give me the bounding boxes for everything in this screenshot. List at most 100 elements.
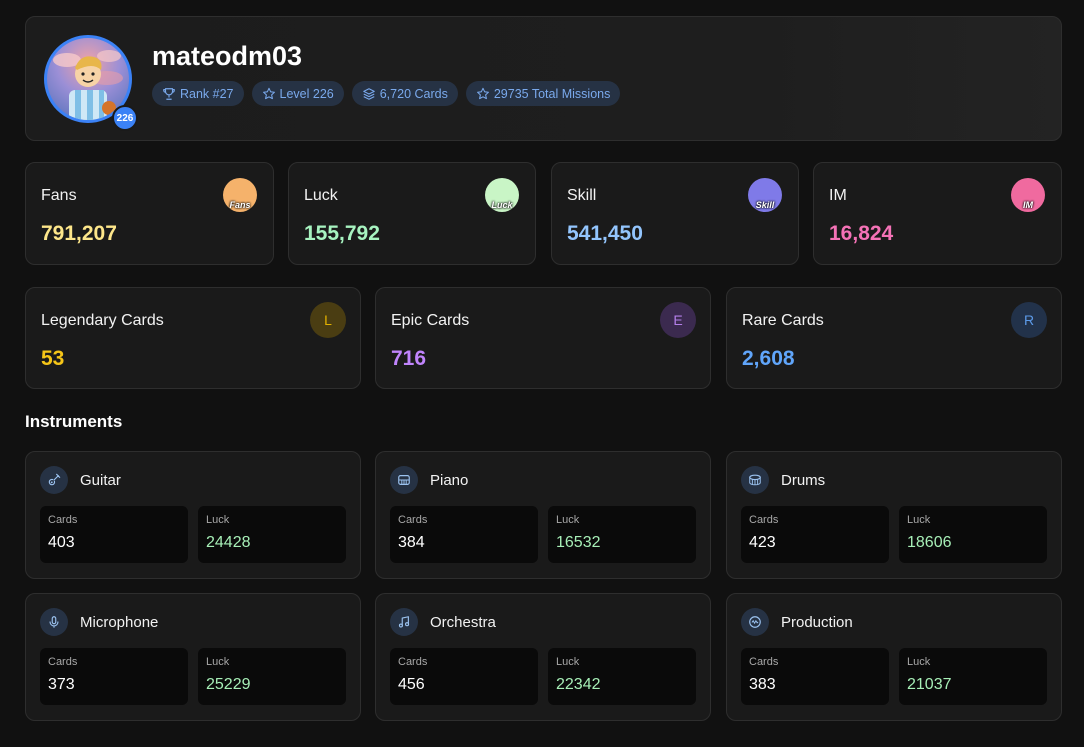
stat-label: Luck: [304, 187, 338, 204]
luck-label: Luck: [206, 514, 230, 526]
cards-box: Cards 423: [741, 506, 889, 563]
avatar-container: 226: [44, 35, 138, 131]
luck-box: Luck 24428: [198, 506, 346, 563]
missions-pill: 29735 Total Missions: [465, 81, 621, 106]
cards-label: Cards: [749, 656, 779, 668]
luck-value: 24428: [206, 534, 251, 551]
instrument-name: Piano: [430, 471, 469, 489]
luck-label: Luck: [556, 514, 580, 526]
stat-label: IM: [829, 187, 847, 204]
instrument-card-production: Production Cards 383 Luck 21037: [726, 593, 1062, 721]
trophy-icon: [163, 87, 175, 100]
cards-box: Cards 383: [741, 648, 889, 705]
instrument-name: Drums: [781, 471, 826, 489]
stat-card-skill: Skill 541,450 Skill: [551, 162, 799, 265]
waveform-icon: [741, 608, 769, 636]
piano-icon: [390, 466, 418, 494]
luck-value: 16532: [556, 534, 601, 551]
luck-value: 21037: [907, 676, 952, 693]
instrument-header: Guitar: [40, 466, 121, 494]
instrument-card-drums: Drums Cards 423 Luck 18606: [726, 451, 1062, 579]
luck-box: Luck 25229: [198, 648, 346, 705]
instrument-header: Piano: [390, 466, 468, 494]
cards-label: Cards: [48, 656, 78, 668]
level-pill: Level 226: [251, 81, 344, 106]
luck-box: Luck 21037: [899, 648, 1047, 705]
epic-letter-icon: E: [660, 302, 696, 338]
luck-value: 18606: [907, 534, 952, 551]
instrument-card-piano: Piano Cards 384 Luck 16532: [375, 451, 711, 579]
rarity-label: Epic Cards: [391, 312, 470, 329]
cards-value: 373: [48, 676, 75, 693]
cards-label: Cards: [749, 514, 779, 526]
profile-header: 226 mateodm03 Rank #27 Level 226 6,720 C…: [25, 16, 1062, 141]
legendary-letter-icon: L: [310, 302, 346, 338]
cards-label: Cards: [398, 656, 428, 668]
instruments-heading: Instruments: [25, 412, 123, 431]
luck-value: 22342: [556, 676, 601, 693]
star-icon: [476, 87, 489, 99]
guitar-icon: [40, 466, 68, 494]
rarity-value: 2,608: [742, 347, 795, 370]
luck-box: Luck 22342: [548, 648, 696, 705]
cards-value: 384: [398, 534, 425, 551]
skill-icon: Skill: [748, 178, 782, 212]
rarity-card-rare: Rare Cards 2,608 R: [726, 287, 1062, 389]
luck-value: 25229: [206, 676, 251, 693]
rarity-value: 716: [391, 347, 427, 370]
instrument-name: Microphone: [80, 613, 159, 631]
drum-icon: [741, 466, 769, 494]
level-label: Level 226: [279, 86, 334, 101]
stat-card-luck: Luck 155,792 Luck: [288, 162, 536, 265]
profile-pills: Rank #27 Level 226 6,720 Cards 29735 Tot…: [152, 81, 621, 106]
luck-box: Luck 16532: [548, 506, 696, 563]
rarity-value: 53: [41, 347, 65, 370]
rank-label: Rank #27: [180, 86, 234, 101]
instrument-header: Drums: [741, 466, 825, 494]
cards-value: 423: [749, 534, 776, 551]
microphone-icon: [40, 608, 68, 636]
cards-label: Cards: [48, 514, 78, 526]
luck-box: Luck 18606: [899, 506, 1047, 563]
cards-label: 6,720 Cards: [379, 86, 448, 101]
music-note-icon: [390, 608, 418, 636]
cards-value: 456: [398, 676, 425, 693]
cards-box: Cards 403: [40, 506, 188, 563]
instrument-header: Microphone: [40, 608, 158, 636]
instrument-header: Orchestra: [390, 608, 496, 636]
instrument-name: Production: [781, 613, 853, 631]
stat-value: 155,792: [304, 222, 380, 245]
rarity-label: Rare Cards: [742, 312, 824, 329]
rarity-card-legendary: Legendary Cards 53 L: [25, 287, 361, 389]
clover-icon: Luck: [485, 178, 519, 212]
rank-pill: Rank #27: [152, 81, 244, 106]
fans-icon: Fans: [223, 178, 257, 212]
cards-pill: 6,720 Cards: [351, 81, 458, 106]
username: mateodm03: [152, 41, 303, 71]
luck-label: Luck: [907, 514, 931, 526]
rare-letter-icon: R: [1011, 302, 1047, 338]
stat-value: 541,450: [567, 222, 643, 245]
cards-box: Cards 373: [40, 648, 188, 705]
rarity-label: Legendary Cards: [41, 312, 164, 329]
cards-box: Cards 456: [390, 648, 538, 705]
missions-label: 29735 Total Missions: [493, 86, 611, 101]
cards-label: Cards: [398, 514, 428, 526]
instrument-header: Production: [741, 608, 853, 636]
luck-label: Luck: [206, 656, 230, 668]
instrument-card-orchestra: Orchestra Cards 456 Luck 22342: [375, 593, 711, 721]
luck-label: Luck: [907, 656, 931, 668]
instrument-name: Guitar: [80, 471, 121, 489]
luck-label: Luck: [556, 656, 580, 668]
star-icon: [262, 87, 275, 99]
stat-card-fans: Fans 791,207 Fans: [25, 162, 274, 265]
rarity-card-epic: Epic Cards 716 E: [375, 287, 711, 389]
cards-value: 403: [48, 534, 75, 551]
im-icon: IM: [1011, 178, 1045, 212]
stat-label: Fans: [41, 187, 77, 204]
stat-value: 791,207: [41, 222, 117, 245]
instrument-card-guitar: Guitar Cards 403 Luck 24428: [25, 451, 361, 579]
instrument-name: Orchestra: [430, 613, 496, 631]
stat-label: Skill: [567, 187, 597, 204]
cards-box: Cards 384: [390, 506, 538, 563]
